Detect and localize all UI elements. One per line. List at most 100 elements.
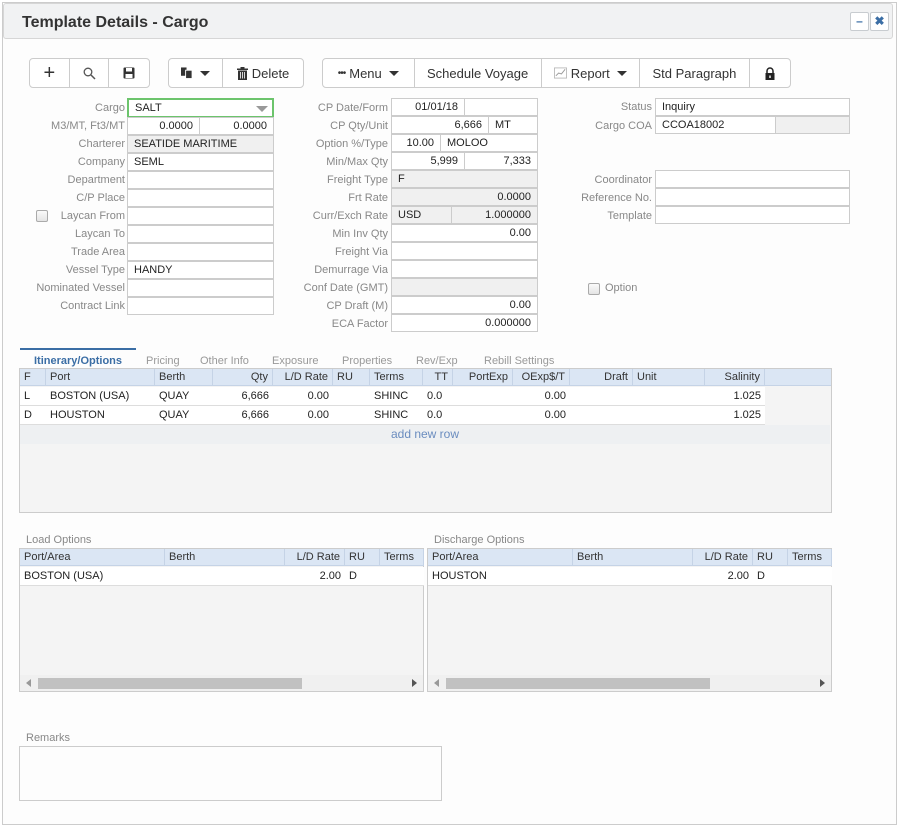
add-button[interactable]: + <box>30 59 70 87</box>
min-qty-input[interactable]: 5,999 <box>391 152 465 170</box>
column-header[interactable]: RU <box>345 549 380 566</box>
table-cell[interactable]: QUAY <box>155 406 213 424</box>
column-header[interactable]: L/D Rate <box>693 549 753 566</box>
table-cell[interactable] <box>380 567 424 585</box>
table-cell[interactable]: BOSTON (USA) <box>20 567 165 585</box>
table-cell[interactable]: SHINC <box>370 387 423 405</box>
demurrage-via-input[interactable] <box>391 260 538 278</box>
table-cell[interactable]: L <box>20 387 46 405</box>
cargo-select[interactable]: SALT <box>127 98 274 118</box>
cp-date-input[interactable]: 01/01/18 <box>391 98 465 116</box>
table-cell[interactable]: 0.00 <box>273 406 333 424</box>
column-header[interactable]: Port/Area <box>428 549 573 566</box>
tab-pricing[interactable]: Pricing <box>146 355 180 367</box>
column-header[interactable]: Salinity <box>705 369 765 386</box>
cp-qty-input[interactable]: 6,666 <box>391 116 489 134</box>
menu-button[interactable]: ••• Menu <box>323 59 415 87</box>
coordinator-input[interactable] <box>655 170 850 188</box>
table-cell[interactable] <box>570 387 633 405</box>
scroll-right-icon[interactable] <box>412 679 417 687</box>
table-cell[interactable] <box>333 387 370 405</box>
minimize-button[interactable]: – <box>850 12 869 31</box>
column-header[interactable]: Qty <box>213 369 273 386</box>
table-cell[interactable] <box>165 567 285 585</box>
m3mt-input[interactable]: 0.0000 <box>127 117 200 135</box>
tab-rev-exp[interactable]: Rev/Exp <box>416 355 458 367</box>
table-cell[interactable]: 6,666 <box>213 406 273 424</box>
table-cell[interactable]: 1.025 <box>705 387 765 405</box>
table-cell[interactable] <box>573 567 693 585</box>
laycan-from-input[interactable] <box>127 207 274 225</box>
table-row[interactable]: D HOUSTON QUAY 6,666 0.00 SHINC 0.0 0.00 1.025 <box>20 406 765 425</box>
search-button[interactable] <box>70 59 110 87</box>
table-cell[interactable] <box>633 387 705 405</box>
table-cell[interactable] <box>333 406 370 424</box>
currency-input[interactable]: USD <box>391 206 452 224</box>
cp-place-input[interactable] <box>127 189 274 207</box>
min-inv-qty-input[interactable]: 0.00 <box>391 224 538 242</box>
exch-rate-input[interactable]: 1.000000 <box>451 206 538 224</box>
column-header[interactable]: Berth <box>155 369 213 386</box>
tab-other-info[interactable]: Other Info <box>200 355 249 367</box>
company-input[interactable]: SEML <box>127 153 274 171</box>
cp-unit-input[interactable]: MT <box>488 116 538 134</box>
copy-dropdown-button[interactable] <box>169 59 223 87</box>
column-header[interactable]: Terms <box>370 369 423 386</box>
table-cell[interactable]: 6,666 <box>213 387 273 405</box>
table-cell[interactable] <box>788 567 832 585</box>
cp-draft-input[interactable]: 0.00 <box>391 296 538 314</box>
table-cell[interactable] <box>633 406 705 424</box>
cargo-coa-input[interactable]: CCOA18002 <box>655 116 776 134</box>
column-header[interactable]: Port <box>46 369 155 386</box>
table-cell[interactable]: 0.0 <box>423 406 453 424</box>
option-type-input[interactable]: MOLOO <box>440 134 538 152</box>
table-cell[interactable]: 0.00 <box>513 387 570 405</box>
column-header[interactable]: OExp$/T <box>513 369 570 386</box>
cp-form-input[interactable] <box>464 98 538 116</box>
eca-factor-input[interactable]: 0.000000 <box>391 314 538 332</box>
laycan-to-input[interactable] <box>127 225 274 243</box>
column-header[interactable]: TT <box>423 369 453 386</box>
report-button[interactable]: Report <box>542 59 640 87</box>
table-cell[interactable]: D <box>20 406 46 424</box>
table-cell[interactable]: HOUSTON <box>46 406 155 424</box>
schedule-voyage-button[interactable]: Schedule Voyage <box>415 59 542 87</box>
table-row[interactable]: BOSTON (USA) 2.00 D <box>20 567 424 586</box>
column-header[interactable]: PortExp <box>453 369 513 386</box>
column-header[interactable]: RU <box>753 549 788 566</box>
freight-via-input[interactable] <box>391 242 538 260</box>
option-checkbox[interactable] <box>588 283 600 295</box>
option-pct-input[interactable]: 10.00 <box>391 134 441 152</box>
remarks-textarea[interactable] <box>19 746 442 801</box>
table-cell[interactable]: QUAY <box>155 387 213 405</box>
table-cell[interactable]: HOUSTON <box>428 567 573 585</box>
frt-rate-input[interactable]: 0.0000 <box>391 188 538 206</box>
freight-type-input[interactable]: F <box>391 170 538 188</box>
status-input[interactable]: Inquiry <box>655 98 850 116</box>
table-cell[interactable]: D <box>753 567 788 585</box>
discharge-options-scrollbar[interactable] <box>428 675 831 691</box>
scroll-right-icon[interactable] <box>820 679 825 687</box>
table-cell[interactable]: 2.00 <box>693 567 753 585</box>
load-options-scrollbar[interactable] <box>20 675 423 691</box>
table-cell[interactable] <box>570 406 633 424</box>
reference-no-input[interactable] <box>655 188 850 206</box>
tab-exposure[interactable]: Exposure <box>272 355 318 367</box>
delete-button[interactable]: Delete <box>223 59 303 87</box>
template-input[interactable] <box>655 206 850 224</box>
table-cell[interactable]: SHINC <box>370 406 423 424</box>
column-header[interactable]: Terms <box>788 549 832 566</box>
column-header[interactable]: Berth <box>165 549 285 566</box>
table-cell[interactable]: D <box>345 567 380 585</box>
lock-button[interactable] <box>750 59 790 87</box>
column-header[interactable]: Unit <box>633 369 705 386</box>
std-paragraph-button[interactable]: Std Paragraph <box>640 59 751 87</box>
table-cell[interactable]: 0.0 <box>423 387 453 405</box>
tab-properties[interactable]: Properties <box>342 355 392 367</box>
column-header[interactable]: Draft <box>570 369 633 386</box>
conf-date-input[interactable] <box>391 278 538 296</box>
table-cell[interactable]: BOSTON (USA) <box>46 387 155 405</box>
table-cell[interactable]: 0.00 <box>513 406 570 424</box>
table-cell[interactable]: 0.00 <box>273 387 333 405</box>
tab-itinerary-options[interactable]: Itinerary/Options <box>34 355 122 367</box>
